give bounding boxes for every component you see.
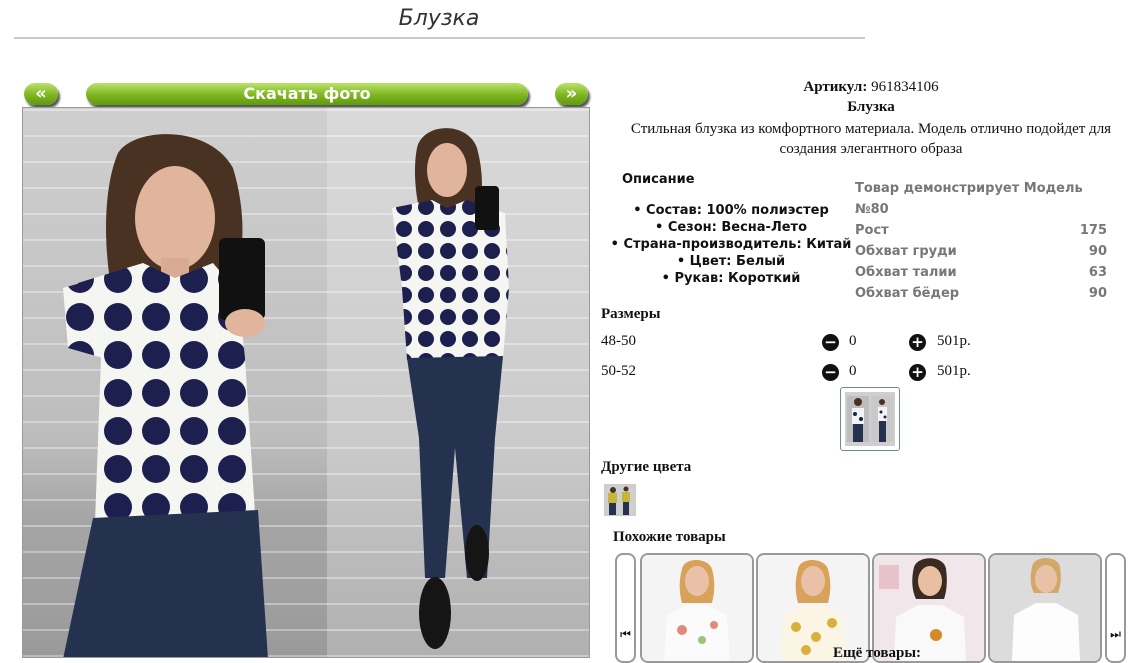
feature-item: Рукав: Короткий [606, 270, 856, 287]
size-price: 501р. [937, 363, 971, 379]
similar-product-card[interactable] [988, 553, 1102, 663]
size-label: 50-52 [601, 363, 636, 379]
plus-icon[interactable]: + [909, 334, 926, 351]
model-row-label: Обхват талии [855, 265, 957, 280]
feature-item: Состав: 100% полиэстер [606, 202, 856, 219]
prev-photo-button[interactable]: « [24, 83, 58, 105]
size-row: 48-50 − 0 + 501р. [601, 333, 1001, 355]
feature-item: Цвет: Белый [606, 253, 856, 270]
model-row: Обхват талии 63 [855, 262, 1107, 283]
quantity-value: 0 [849, 363, 857, 379]
product-description: Стильная блузка из комфортного материала… [630, 121, 1112, 157]
model-row-value: 175 [1079, 223, 1107, 238]
other-color-thumbnail[interactable] [604, 484, 636, 516]
model-row-value: 90 [1088, 244, 1107, 259]
size-label: 48-50 [601, 333, 636, 349]
similar-products-heading: Похожие товары [613, 529, 726, 545]
model-row-label: Обхват бёдер [855, 286, 960, 301]
minus-icon[interactable]: − [822, 334, 839, 351]
sku-value: 961834106 [871, 79, 939, 95]
feature-item: Страна-производитель: Китай [606, 236, 856, 253]
other-colors-heading: Другие цвета [601, 459, 692, 475]
model-measurements: Товар демонстрирует Модель №80 Рост 175 … [855, 178, 1107, 304]
more-products-link[interactable]: Ещё товары: [833, 645, 921, 662]
page-title: Блузка [398, 6, 480, 31]
feature-item: Сезон: Весна-Лето [606, 219, 856, 236]
product-photo[interactable] [22, 107, 590, 658]
similar-product-card[interactable] [640, 553, 754, 663]
product-name: Блузка [847, 99, 895, 115]
description-heading: Описание [622, 172, 695, 187]
model-heading: Товар демонстрирует Модель №80 [855, 181, 1083, 217]
quantity-value: 0 [849, 333, 857, 349]
model-row: Рост 175 [855, 220, 1107, 241]
model-row-value: 63 [1088, 265, 1107, 280]
sizes-heading: Размеры [601, 306, 661, 322]
model-row: Обхват бёдер 90 [855, 283, 1107, 304]
carousel-prev-icon[interactable]: ⏮ [615, 553, 636, 663]
download-photo-button[interactable]: Скачать фото [86, 83, 528, 105]
carousel-next-icon[interactable]: ⏭ [1105, 553, 1126, 663]
model-row-label: Рост [855, 223, 889, 238]
feature-list: Состав: 100% полиэстер Сезон: Весна-Лето… [606, 202, 856, 287]
model-row-label: Обхват груди [855, 244, 957, 259]
model-row: Обхват груди 90 [855, 241, 1107, 262]
sku-line: Артикул: 961834106 [606, 79, 1136, 96]
size-row: 50-52 − 0 + 501р. [601, 363, 1001, 385]
model-row-value: 90 [1088, 286, 1107, 301]
size-price: 501р. [937, 333, 971, 349]
minus-icon[interactable]: − [822, 364, 839, 381]
next-photo-button[interactable]: » [555, 83, 588, 105]
photo-full-length [327, 108, 589, 657]
plus-icon[interactable]: + [909, 364, 926, 381]
photo-closeup [23, 108, 327, 657]
title-divider [14, 37, 865, 39]
sku-label: Артикул: [803, 79, 868, 95]
product-thumbnail[interactable] [840, 387, 900, 451]
